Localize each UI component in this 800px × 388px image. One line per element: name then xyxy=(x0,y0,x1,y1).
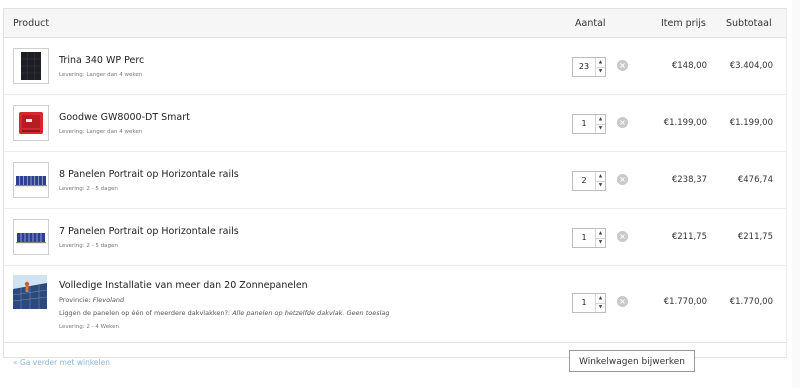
quantity-input[interactable]: 2 xyxy=(573,172,595,190)
quantity-stepper[interactable]: 2 ▲ ▼ xyxy=(572,171,606,191)
quantity-input[interactable]: 1 xyxy=(573,115,595,133)
cart-row: 7 Panelen Portrait op Horizontale rails … xyxy=(4,209,786,266)
remove-icon[interactable]: × xyxy=(617,296,628,307)
roof-answer: Alle panelen op hetzelfde dakvlak. Geen … xyxy=(232,309,390,317)
footer-divider xyxy=(4,342,786,343)
delivery-time: Levering: Langer dan 4 weken xyxy=(59,129,143,135)
cart-row: 8 Panelen Portrait op Horizontale rails … xyxy=(4,152,786,209)
mounting-rails-image[interactable] xyxy=(13,219,49,255)
inverter-image[interactable] xyxy=(13,105,49,141)
item-subtotal: €1.199,00 xyxy=(729,118,773,128)
header-item-price: Item prijs xyxy=(661,18,706,29)
header-quantity: Aantal xyxy=(575,18,606,29)
mounting-rails-image[interactable] xyxy=(13,162,49,198)
chevron-down-icon[interactable]: ▼ xyxy=(596,303,605,312)
remove-icon[interactable]: × xyxy=(617,231,628,242)
installation-photo[interactable] xyxy=(13,275,47,309)
quantity-stepper[interactable]: 1 ▲ ▼ xyxy=(572,293,606,313)
province-label: Provincie: xyxy=(59,296,91,304)
province-option: Provincie: Flevoland xyxy=(59,296,124,304)
quantity-stepper[interactable]: 23 ▲ ▼ xyxy=(572,57,606,77)
spin-buttons: ▲ ▼ xyxy=(595,229,605,247)
roof-question: Liggen de panelen op één of meerdere dak… xyxy=(59,309,231,317)
chevron-down-icon[interactable]: ▼ xyxy=(596,238,605,247)
spin-buttons: ▲ ▼ xyxy=(595,58,605,76)
scrollbar[interactable] xyxy=(792,0,800,388)
product-name[interactable]: 8 Panelen Portrait op Horizontale rails xyxy=(59,169,239,180)
header-product: Product xyxy=(13,18,50,29)
item-subtotal: €476,74 xyxy=(737,175,773,185)
quantity-input[interactable]: 1 xyxy=(573,229,595,247)
item-price: €1.770,00 xyxy=(663,297,707,307)
item-price: €238,37 xyxy=(671,175,707,185)
item-price: €1.199,00 xyxy=(663,118,707,128)
chevron-down-icon[interactable]: ▼ xyxy=(596,67,605,76)
quantity-stepper[interactable]: 1 ▲ ▼ xyxy=(572,114,606,134)
quantity-input[interactable]: 23 xyxy=(573,58,595,76)
cart-row: Volledige Installatie van meer dan 20 Zo… xyxy=(4,266,786,341)
delivery-time: Levering: 2 - 4 Weken xyxy=(59,324,119,330)
cart-table: Product Aantal Item prijs Subtotaal Trin… xyxy=(3,8,787,358)
item-price: €211,75 xyxy=(671,232,707,242)
spin-buttons: ▲ ▼ xyxy=(595,115,605,133)
item-price: €148,00 xyxy=(671,61,707,71)
roof-option: Liggen de panelen op één of meerdere dak… xyxy=(59,309,390,317)
quantity-stepper[interactable]: 1 ▲ ▼ xyxy=(572,228,606,248)
remove-icon[interactable]: × xyxy=(617,174,628,185)
header-subtotal: Subtotaal xyxy=(726,18,772,29)
product-name[interactable]: Trina 340 WP Perc xyxy=(59,55,144,66)
delivery-time: Levering: Langer dan 4 weken xyxy=(59,72,143,78)
product-name[interactable]: Volledige Installatie van meer dan 20 Zo… xyxy=(59,280,308,291)
product-name[interactable]: Goodwe GW8000-DT Smart xyxy=(59,112,190,123)
chevron-down-icon[interactable]: ▼ xyxy=(596,124,605,133)
cart-row: Trina 340 WP Perc Levering: Langer dan 4… xyxy=(4,38,786,95)
province-value: Flevoland xyxy=(92,296,125,304)
chevron-down-icon[interactable]: ▼ xyxy=(596,181,605,190)
delivery-time: Levering: 2 - 5 dagen xyxy=(59,243,118,249)
spin-buttons: ▲ ▼ xyxy=(595,294,605,312)
item-subtotal: €1.770,00 xyxy=(729,297,773,307)
delivery-time: Levering: 2 - 5 dagen xyxy=(59,186,118,192)
cart-row: Goodwe GW8000-DT Smart Levering: Langer … xyxy=(4,95,786,152)
item-subtotal: €3.404,00 xyxy=(729,61,773,71)
remove-icon[interactable]: × xyxy=(617,60,628,71)
product-name[interactable]: 7 Panelen Portrait op Horizontale rails xyxy=(59,226,239,237)
quantity-input[interactable]: 1 xyxy=(573,294,595,312)
continue-shopping-link[interactable]: « Ga verder met winkelen xyxy=(13,358,110,367)
cart-header: Product Aantal Item prijs Subtotaal xyxy=(4,9,786,38)
remove-icon[interactable]: × xyxy=(617,117,628,128)
update-cart-button[interactable]: Winkelwagen bijwerken xyxy=(569,350,695,372)
item-subtotal: €211,75 xyxy=(737,232,773,242)
spin-buttons: ▲ ▼ xyxy=(595,172,605,190)
solar-panel-image[interactable] xyxy=(13,48,49,84)
